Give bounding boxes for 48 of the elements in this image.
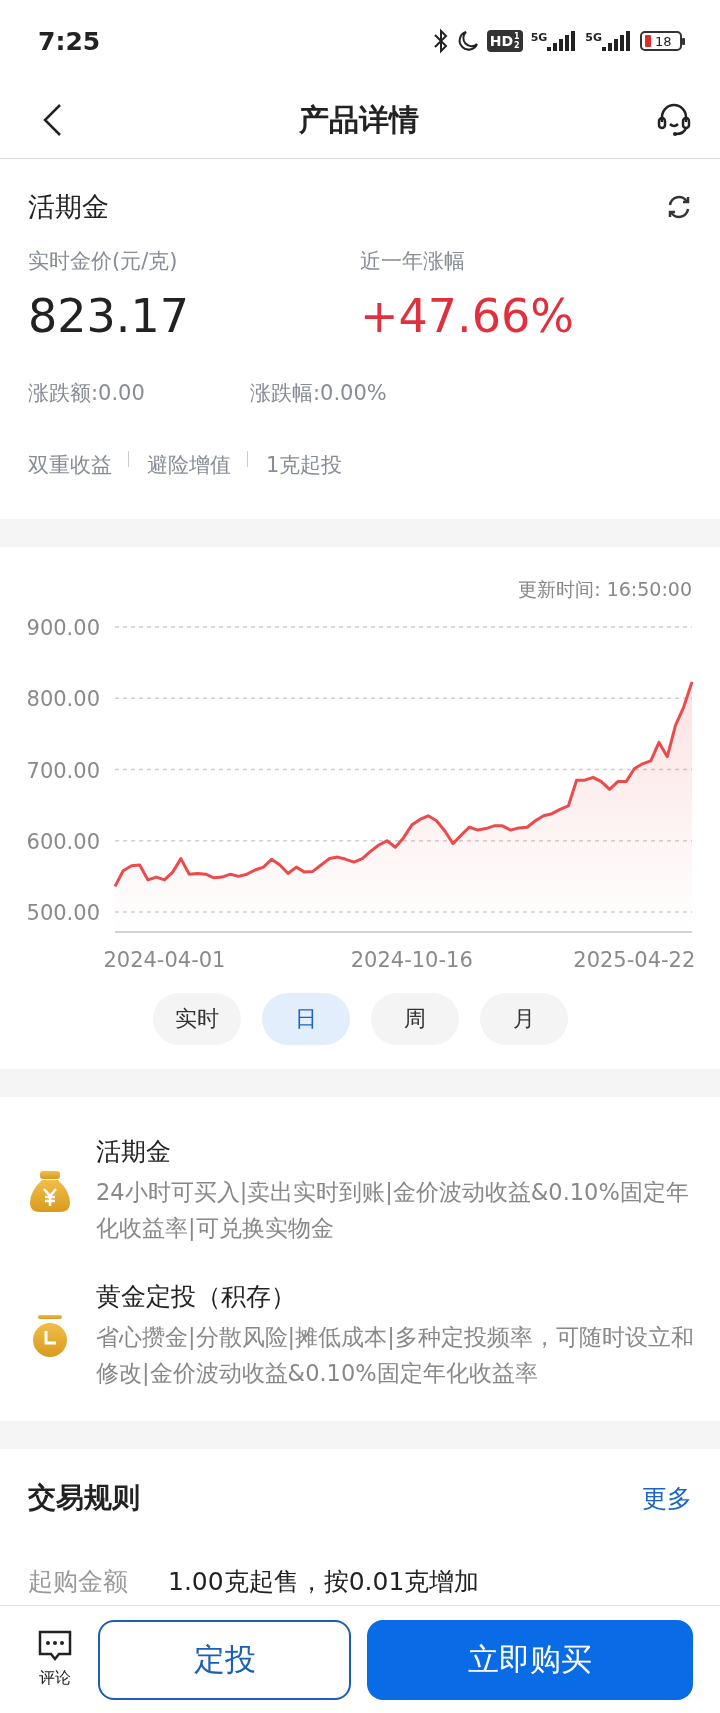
headset-icon[interactable] bbox=[656, 102, 692, 138]
change-amount: 涨跌额:0.00 bbox=[28, 380, 146, 407]
feature-tag: 避险增值 bbox=[147, 451, 231, 479]
period-tab[interactable]: 周 bbox=[370, 993, 459, 1045]
x-axis-label: 2024-10-16 bbox=[350, 948, 473, 972]
battery-icon: 18 bbox=[640, 31, 682, 51]
section-title: 交易规则 bbox=[28, 1480, 140, 1516]
y-axis-label: 500.00 bbox=[26, 901, 100, 925]
x-axis-label: 2025-04-22 bbox=[573, 948, 696, 972]
network-type: 5G bbox=[585, 31, 602, 44]
status-time: 7:25 bbox=[38, 26, 101, 56]
change-label: 近一年涨幅 bbox=[360, 248, 466, 275]
rule-label: 起购金额 bbox=[28, 1566, 128, 1598]
buy-button[interactable]: 立即购买 bbox=[367, 1619, 693, 1700]
bluetooth-icon bbox=[432, 28, 449, 54]
signal-icon bbox=[547, 31, 578, 51]
x-axis-label: 2024-04-01 bbox=[103, 948, 226, 972]
period-tab[interactable]: 日 bbox=[261, 993, 350, 1045]
comment-icon[interactable] bbox=[38, 1630, 72, 1662]
feature-tag: 1克起投 bbox=[266, 451, 343, 479]
plan-button[interactable]: 定投 bbox=[98, 1619, 351, 1700]
y-axis-label: 800.00 bbox=[26, 687, 100, 712]
price-label: 实时金价(元/克) bbox=[28, 248, 179, 275]
signal-icon bbox=[602, 31, 632, 51]
refresh-icon[interactable] bbox=[666, 194, 692, 220]
more-link[interactable]: 更多 bbox=[642, 1481, 692, 1515]
period-tab[interactable]: 月 bbox=[479, 993, 568, 1045]
yearly-change: +47.66% bbox=[360, 289, 575, 343]
price-value: 823.17 bbox=[28, 289, 190, 343]
back-icon[interactable] bbox=[42, 103, 62, 137]
period-tab[interactable]: 实时 bbox=[152, 993, 241, 1045]
feature-tag: 双重收益 bbox=[28, 451, 112, 479]
update-time: 更新时间: 16:50:00 bbox=[518, 577, 692, 602]
product-title: 活期金 bbox=[96, 1136, 172, 1168]
product-description: 省心攒金|分散风险|摊低成本|多种定投频率，可随时设立和修改|金价波动收益&0.10%固定年化收益率 bbox=[96, 1323, 695, 1388]
change-percent: 涨跌幅:0.00% bbox=[250, 380, 387, 407]
product-description: 24小时可买入|卖出实时到账|金价波动收益&0.10%固定年化收益率|可兑换实物金 bbox=[96, 1178, 690, 1243]
money-bag-icon bbox=[28, 1168, 72, 1213]
product-name: 活期金 bbox=[28, 190, 109, 224]
y-axis-label: 700.00 bbox=[26, 758, 100, 783]
comment-label[interactable]: 评论 bbox=[39, 1668, 71, 1689]
page-title: 产品详情 bbox=[299, 100, 419, 139]
rule-value: 1.00克起售，按0.01克增加 bbox=[168, 1566, 480, 1598]
y-axis-label: 600.00 bbox=[26, 829, 100, 854]
moon-icon bbox=[456, 30, 479, 52]
network-type: 5G bbox=[530, 31, 548, 44]
y-axis-label: 900.00 bbox=[26, 616, 100, 640]
product-title: 黄金定投（积存） bbox=[96, 1281, 297, 1313]
